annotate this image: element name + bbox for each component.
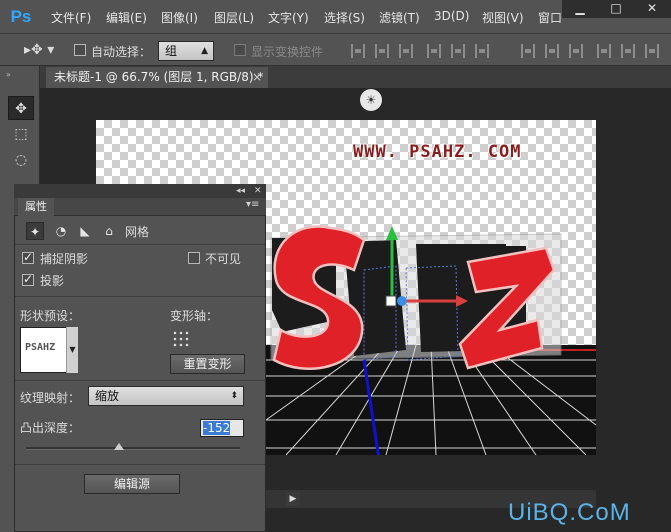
menu-edit[interactable]: 编辑(E) xyxy=(106,9,147,26)
extrusion-depth-input[interactable]: -152 xyxy=(200,419,244,437)
distribute-right-icon[interactable] xyxy=(645,44,659,58)
chevron-updown-icon: ⬍ xyxy=(230,391,238,401)
move-tool-preset-icon[interactable]: ▸✥ ▾ xyxy=(24,42,54,58)
close-panel-icon[interactable]: ✕ xyxy=(254,184,262,198)
canvas-watermark-text: WWW. PSAHZ. COM xyxy=(353,142,522,162)
shape-preset-preview-text: PSAHZ xyxy=(25,342,56,353)
lasso-tool-icon[interactable]: ◌ xyxy=(8,148,34,172)
align-vcenter-icon[interactable] xyxy=(375,44,389,58)
cap-properties-icon[interactable]: ◣ xyxy=(76,222,94,240)
y-axis-arrow-icon[interactable] xyxy=(386,226,398,240)
app-logo: Ps xyxy=(10,7,32,26)
panel-menu-icon[interactable]: ▾≡ xyxy=(246,199,259,210)
menu-image[interactable]: 图像(I) xyxy=(161,9,198,26)
menu-window[interactable]: 窗口 xyxy=(538,9,562,26)
coordinates-properties-icon[interactable]: ⌂ xyxy=(100,222,118,240)
menu-filter[interactable]: 滤镜(T) xyxy=(379,9,420,26)
texture-mapping-value: 缩放 xyxy=(95,389,120,403)
capture-shadow-checkbox[interactable] xyxy=(22,250,34,264)
align-right-icon[interactable] xyxy=(475,44,489,58)
rotate-handle-icon[interactable] xyxy=(397,296,407,306)
reset-deform-button[interactable]: 重置变形 xyxy=(170,354,245,374)
deform-axis-grid-icon[interactable] xyxy=(172,330,190,348)
align-hcenter-icon[interactable] xyxy=(451,44,465,58)
capture-shadow-label: 捕捉阴影 xyxy=(40,252,89,266)
transform-controls-checkbox[interactable] xyxy=(234,44,246,56)
axis-origin-handle[interactable] xyxy=(385,295,397,307)
distribute-left-icon[interactable] xyxy=(597,44,611,58)
shape-preset-label: 形状预设： xyxy=(20,309,81,323)
texture-mapping-dropdown[interactable]: 缩放 ⬍ xyxy=(88,386,244,406)
auto-select-checkbox[interactable] xyxy=(74,44,86,56)
maximize-icon[interactable]: □ xyxy=(600,0,632,18)
tab-properties[interactable]: 属性 xyxy=(18,198,54,216)
cast-shadow-checkbox[interactable] xyxy=(22,272,34,286)
menu-file[interactable]: 文件(F) xyxy=(51,9,91,26)
move-tool-icon[interactable]: ✥ xyxy=(8,96,34,120)
close-icon[interactable]: ✕ xyxy=(636,0,668,18)
distribute-vcenter-icon[interactable] xyxy=(545,44,559,58)
distribute-bottom-icon[interactable] xyxy=(569,44,583,58)
close-tab-icon[interactable]: × xyxy=(252,67,262,88)
align-left-icon[interactable] xyxy=(427,44,441,58)
transform-controls-label: 显示变换控件 xyxy=(251,45,324,59)
document-tab[interactable]: 未标题-1 @ 66.7% (图层 1, RGB/8) * × xyxy=(46,67,268,88)
menu-layer[interactable]: 图层(L) xyxy=(214,9,254,26)
extrusion-depth-slider[interactable] xyxy=(26,447,240,450)
extrusion-depth-value: -152 xyxy=(203,421,231,435)
chevron-down-icon[interactable]: ▼ xyxy=(66,327,78,373)
play-icon[interactable]: ▶ xyxy=(286,492,300,506)
menu-select[interactable]: 选择(S) xyxy=(324,9,365,26)
extrusion-depth-label: 凸出深度： xyxy=(20,421,81,435)
window-controls: ▁ □ ✕ xyxy=(562,0,671,18)
chevron-updown-icon: ▲ xyxy=(201,46,208,56)
distribute-top-icon[interactable] xyxy=(521,44,535,58)
deform-axis-label: 变形轴： xyxy=(170,309,219,323)
mesh-label: 网格 xyxy=(125,225,150,239)
invisible-label: 不可见 xyxy=(205,252,242,266)
mesh-properties-icon[interactable]: ✦ xyxy=(26,222,44,240)
auto-select-label: 自动选择： xyxy=(91,45,152,59)
3d-camera-widget-icon[interactable]: ☀ xyxy=(360,89,382,111)
distribute-hcenter-icon[interactable] xyxy=(621,44,635,58)
site-watermark: UiBQ.CoM xyxy=(508,499,631,526)
auto-select-value: 组 xyxy=(165,44,178,58)
properties-panel-header xyxy=(14,184,266,198)
slider-thumb-icon[interactable] xyxy=(114,443,124,450)
menu-3d[interactable]: 3D(D) xyxy=(434,9,469,23)
minimize-icon[interactable]: ▁ xyxy=(564,0,596,18)
collapse-panel-icon[interactable]: ◂◂ xyxy=(236,184,245,198)
auto-select-dropdown[interactable]: 组 ▲ xyxy=(158,41,214,61)
cast-shadow-label: 投影 xyxy=(40,274,65,288)
panel-collapse-icon[interactable]: » xyxy=(6,70,11,79)
edit-source-button[interactable]: 编辑源 xyxy=(84,474,180,494)
document-tab-title: 未标题-1 @ 66.7% (图层 1, RGB/8) * xyxy=(54,70,264,84)
marquee-tool-icon[interactable]: ⬚ xyxy=(8,122,34,146)
menu-view[interactable]: 视图(V) xyxy=(482,9,524,26)
texture-mapping-label: 纹理映射： xyxy=(20,391,81,405)
align-top-icon[interactable] xyxy=(351,44,365,58)
invisible-checkbox[interactable] xyxy=(188,252,200,264)
menu-type[interactable]: 文字(Y) xyxy=(268,9,309,26)
deform-properties-icon[interactable]: ◔ xyxy=(52,222,70,240)
align-bottom-icon[interactable] xyxy=(399,44,413,58)
